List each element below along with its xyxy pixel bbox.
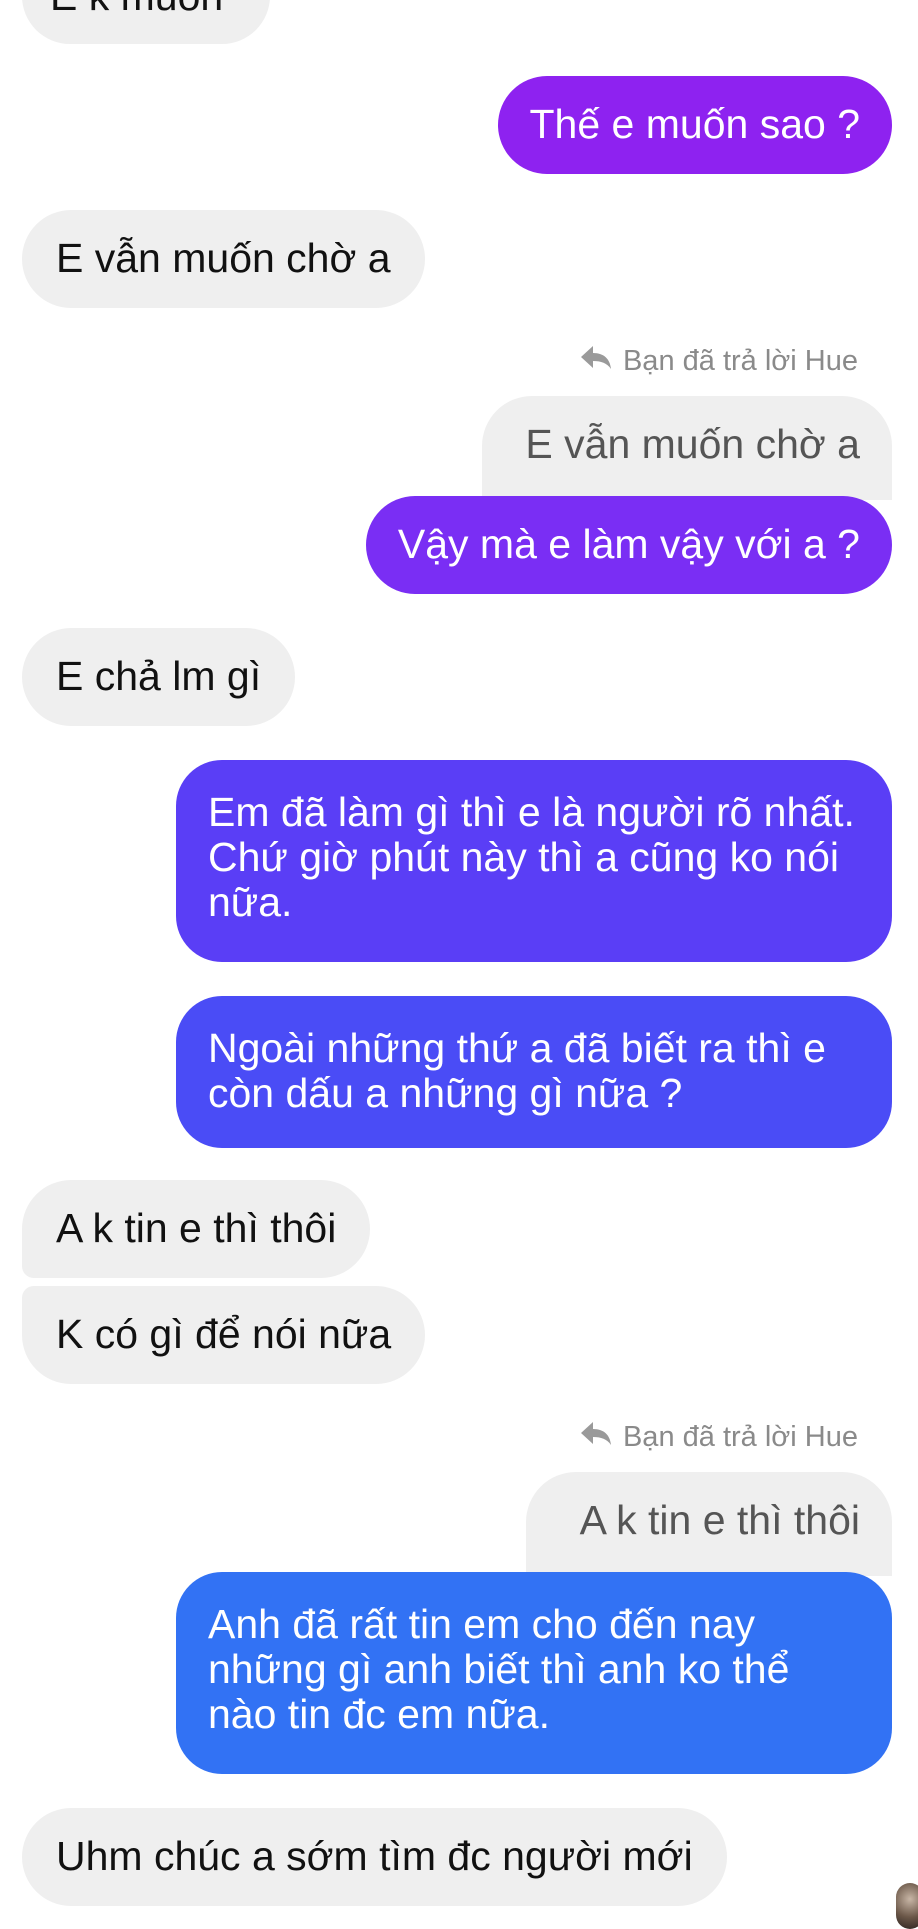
message-text: Em đã làm gì thì e là người rõ nhất. Chứ… xyxy=(208,789,855,925)
quoted-message[interactable]: E vẫn muốn chờ a xyxy=(482,396,892,500)
message-text: Anh đã rất tin em cho đến nay những gì a… xyxy=(208,1601,790,1737)
message-bubble-incoming[interactable]: K có gì để nói nữa xyxy=(22,1286,426,1384)
reply-context-label: Bạn đã trả lời Hue xyxy=(579,1420,858,1454)
quoted-text: E vẫn muốn chờ a xyxy=(525,421,860,467)
message-bubble-incoming[interactable]: Uhm chúc a sớm tìm đc người mới xyxy=(22,1808,727,1906)
message-bubble-outgoing[interactable]: Ngoài những thứ a đã biết ra thì e còn d… xyxy=(176,996,892,1148)
message-text: Vậy mà e làm vậy với a ? xyxy=(397,521,860,567)
reply-context-label: Bạn đã trả lời Hue xyxy=(579,344,858,378)
message-bubble-incoming[interactable]: E k muốn xyxy=(22,0,270,44)
reply-context-text: Bạn đã trả lời Hue xyxy=(622,344,858,377)
message-text: E k muốn xyxy=(50,0,223,19)
message-bubble-incoming[interactable]: E vẫn muốn chờ a xyxy=(22,210,425,308)
quoted-message[interactable]: A k tin e thì thôi xyxy=(526,1472,892,1576)
message-text: E chả lm gì xyxy=(56,653,262,699)
message-text: Thế e muốn sao ? xyxy=(529,101,860,147)
message-bubble-outgoing[interactable]: Anh đã rất tin em cho đến nay những gì a… xyxy=(176,1572,892,1774)
reply-context-text: Bạn đã trả lời Hue xyxy=(622,1420,858,1453)
message-text: Uhm chúc a sớm tìm đc người mới xyxy=(56,1833,693,1879)
reply-arrow-icon xyxy=(579,1420,613,1454)
contact-avatar xyxy=(896,1883,918,1929)
message-bubble-outgoing[interactable]: Thế e muốn sao ? xyxy=(497,76,892,174)
message-bubble-outgoing[interactable]: Em đã làm gì thì e là người rõ nhất. Chứ… xyxy=(176,760,892,962)
reply-arrow-icon xyxy=(579,344,613,378)
message-bubble-incoming[interactable]: A k tin e thì thôi xyxy=(22,1180,371,1278)
message-bubble-incoming[interactable]: E chả lm gì xyxy=(22,628,296,726)
message-text: Ngoài những thứ a đã biết ra thì e còn d… xyxy=(208,1025,826,1116)
message-bubble-outgoing[interactable]: Vậy mà e làm vậy với a ? xyxy=(365,496,892,594)
message-text: K có gì để nói nữa xyxy=(56,1311,392,1357)
message-text: E vẫn muốn chờ a xyxy=(56,235,391,281)
quoted-text: A k tin e thì thôi xyxy=(579,1497,860,1543)
message-text: A k tin e thì thôi xyxy=(56,1205,337,1251)
